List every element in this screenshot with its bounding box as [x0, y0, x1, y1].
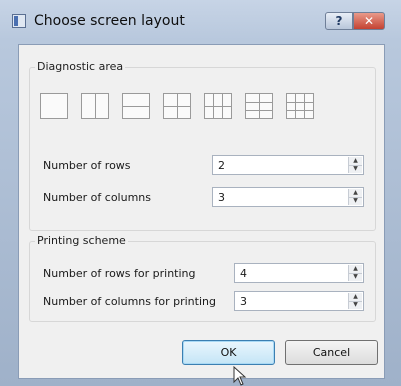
- columns-value: 3: [218, 191, 225, 204]
- spin-down-icon[interactable]: ▼: [349, 197, 362, 205]
- app-icon: [12, 14, 26, 28]
- cancel-button[interactable]: Cancel: [285, 340, 378, 365]
- columns-spinbox[interactable]: 3 ▲ ▼: [212, 187, 364, 207]
- layout-3x3-icon[interactable]: [286, 93, 314, 119]
- print-rows-label: Number of rows for printing: [43, 267, 196, 280]
- print-rows-spinbox[interactable]: 4 ▲ ▼: [234, 263, 364, 283]
- print-columns-label: Number of columns for printing: [43, 295, 216, 308]
- rows-spin-arrows[interactable]: ▲ ▼: [348, 157, 362, 173]
- rows-value: 2: [218, 159, 225, 172]
- print-rows-spin-arrows[interactable]: ▲ ▼: [348, 265, 362, 281]
- layout-1x1-icon[interactable]: [40, 93, 68, 119]
- dialog-window: Choose screen layout ? ✕ Diagnostic area: [0, 0, 401, 386]
- close-icon: ✕: [363, 14, 375, 28]
- diagnostic-area-title: Diagnostic area: [35, 60, 126, 73]
- title-buttons: ? ✕: [325, 12, 385, 30]
- dialog-title: Choose screen layout: [34, 13, 185, 29]
- help-icon: ?: [335, 14, 343, 28]
- ok-button[interactable]: OK: [182, 340, 275, 365]
- layout-1x2-icon[interactable]: [81, 93, 109, 119]
- printing-scheme-title: Printing scheme: [35, 234, 128, 247]
- layout-3x2-icon[interactable]: [245, 93, 273, 119]
- spin-down-icon[interactable]: ▼: [349, 165, 362, 173]
- dialog-client-area: Diagnostic area Number of rows 2 ▲ ▼ Num…: [18, 44, 385, 379]
- rows-label: Number of rows: [43, 159, 131, 172]
- print-columns-spin-arrows[interactable]: ▲ ▼: [348, 293, 362, 309]
- spin-down-icon[interactable]: ▼: [349, 301, 362, 309]
- help-button[interactable]: ?: [325, 12, 353, 30]
- print-rows-value: 4: [240, 267, 247, 280]
- print-columns-value: 3: [240, 295, 247, 308]
- columns-label: Number of columns: [43, 191, 152, 204]
- close-button[interactable]: ✕: [353, 12, 385, 30]
- print-columns-spinbox[interactable]: 3 ▲ ▼: [234, 291, 364, 311]
- columns-spin-arrows[interactable]: ▲ ▼: [348, 189, 362, 205]
- mouse-cursor-icon: [233, 366, 247, 386]
- layout-2x3-icon[interactable]: [204, 93, 232, 119]
- layout-2x1-icon[interactable]: [122, 93, 150, 119]
- rows-spinbox[interactable]: 2 ▲ ▼: [212, 155, 364, 175]
- spin-down-icon[interactable]: ▼: [349, 273, 362, 281]
- layout-2x2-icon[interactable]: [163, 93, 191, 119]
